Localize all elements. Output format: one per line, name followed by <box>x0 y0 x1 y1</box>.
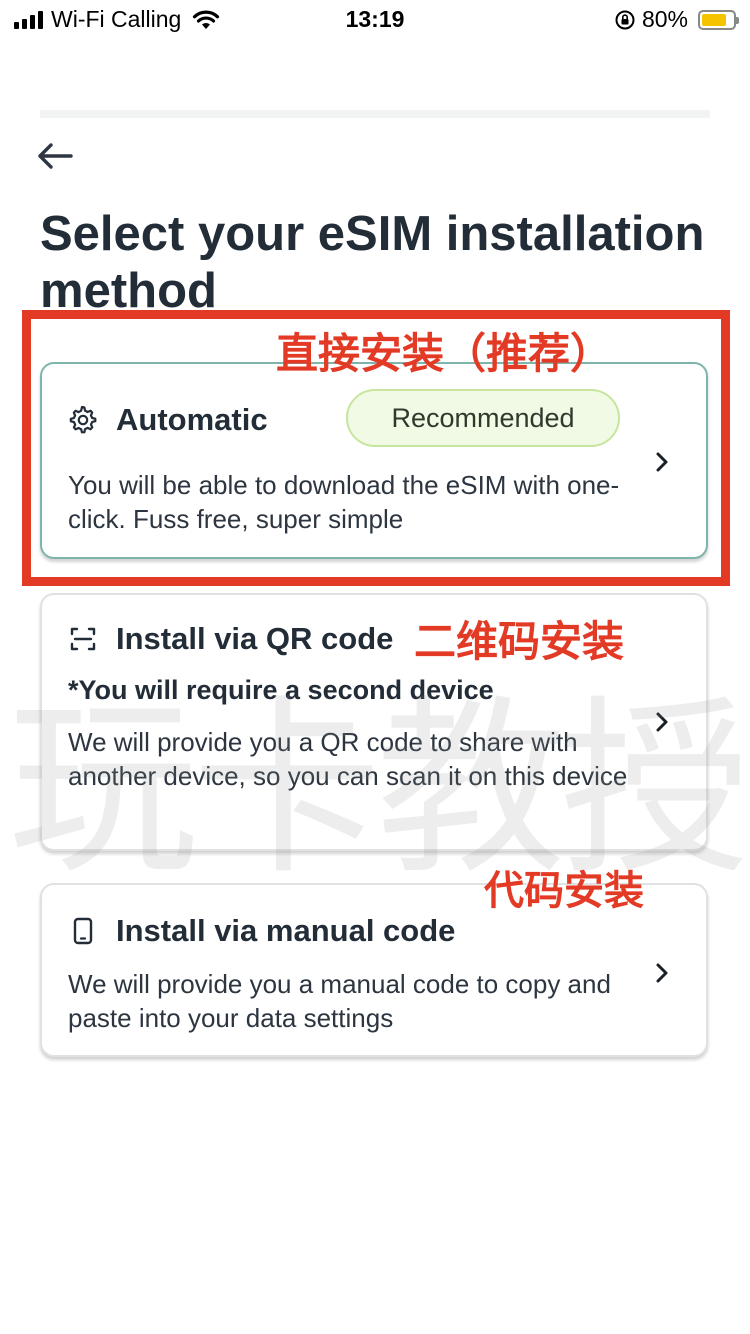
status-right: 80% <box>614 6 739 33</box>
option-description: We will provide you a QR code to share w… <box>68 727 628 791</box>
option-note: *You will require a second device <box>68 675 494 705</box>
orientation-lock-icon <box>615 10 635 29</box>
back-button[interactable] <box>34 138 78 174</box>
option-header: Install via QR code <box>68 621 393 657</box>
top-divider <box>40 110 710 118</box>
arrow-left-icon <box>38 143 73 169</box>
page-title: Select your eSIM installation method <box>40 207 705 316</box>
battery-level <box>702 13 726 26</box>
annotation-qr: 二维码安装 <box>414 617 625 666</box>
annotation-manual: 代码安装 <box>484 868 644 914</box>
option-title: Install via manual code <box>116 913 456 948</box>
annotation-automatic: 直接安装（推荐） <box>276 329 613 378</box>
battery-icon <box>698 9 739 30</box>
battery-percent: 80% <box>641 6 688 32</box>
chevron-right-icon <box>656 963 668 983</box>
phone-icon <box>68 916 98 946</box>
option-description: We will provide you a manual code to cop… <box>68 969 611 1033</box>
option-title: Install via QR code <box>116 621 394 656</box>
status-bar: Wi-Fi Calling 13:19 80% <box>0 0 750 42</box>
option-header: Install via manual code <box>68 913 455 949</box>
chevron-right-icon <box>656 712 668 732</box>
qr-scan-icon <box>68 624 98 654</box>
